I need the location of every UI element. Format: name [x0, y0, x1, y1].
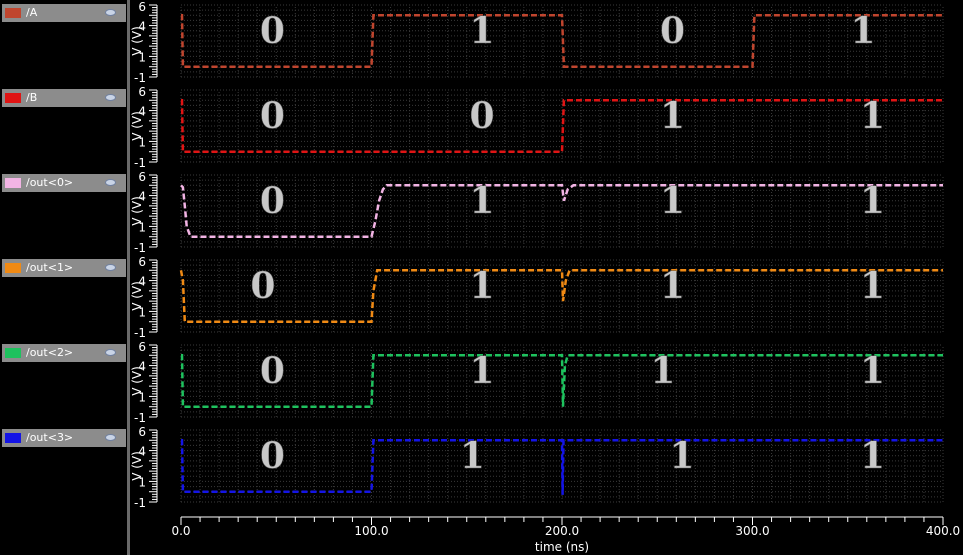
y-tick-label: 6 — [138, 340, 146, 354]
y-tick-label: 6 — [138, 85, 146, 99]
y-tick-label: 6 — [138, 425, 146, 439]
y-tick-label: -1 — [134, 411, 146, 425]
y-tick-label: -1 — [134, 326, 146, 340]
x-tick-label: 400.0 — [926, 524, 960, 538]
y-axis-label: V (V) — [130, 451, 144, 481]
logic-value-label: 1 — [660, 265, 685, 307]
y-tick-label: 6 — [138, 0, 146, 14]
y-axis-label: V (V) — [130, 366, 144, 396]
logic-value-label: 1 — [460, 435, 485, 477]
x-axis-label: time (ns) — [535, 540, 589, 554]
y-tick-label: 6 — [138, 255, 146, 269]
y-tick-label: -1 — [134, 71, 146, 85]
logic-value-label: 1 — [469, 10, 494, 52]
logic-value-label: 0 — [469, 95, 494, 137]
logic-value-label: 1 — [669, 435, 694, 477]
logic-value-label: 0 — [260, 435, 285, 477]
y-tick-label: -1 — [134, 496, 146, 510]
y-tick-label: 6 — [138, 170, 146, 184]
x-tick-label: 200.0 — [545, 524, 579, 538]
x-tick-label: 0.0 — [171, 524, 190, 538]
logic-value-label: 1 — [860, 95, 885, 137]
y-tick-label: -1 — [134, 241, 146, 255]
logic-value-label: 0 — [260, 95, 285, 137]
logic-value-label: 0 — [260, 180, 285, 222]
logic-value-label: 1 — [469, 265, 494, 307]
y-axis-label: V (V) — [130, 26, 144, 56]
logic-value-label: 1 — [860, 350, 885, 392]
logic-value-label: 1 — [860, 180, 885, 222]
logic-value-label: 0 — [660, 10, 685, 52]
logic-value-label: 1 — [850, 10, 875, 52]
logic-value-label: 1 — [469, 180, 494, 222]
x-tick-label: 300.0 — [735, 524, 769, 538]
y-axis-label: V (V) — [130, 196, 144, 226]
y-axis-label: V (V) — [130, 281, 144, 311]
logic-value-label: 1 — [860, 435, 885, 477]
logic-value-label: 0 — [260, 350, 285, 392]
logic-value-label: 1 — [660, 180, 685, 222]
x-tick-label: 100.0 — [354, 524, 388, 538]
logic-value-label: 1 — [860, 265, 885, 307]
y-tick-label: -1 — [134, 156, 146, 170]
logic-value-label: 0 — [260, 10, 285, 52]
y-axis-label: V (V) — [130, 111, 144, 141]
logic-value-label: 1 — [469, 350, 494, 392]
logic-value-label: 1 — [650, 350, 675, 392]
logic-value-label: 1 — [660, 95, 685, 137]
logic-value-label: 0 — [250, 265, 275, 307]
waveform-plot: 641-1V (V) 0 1 0 1641-1V (V) 0 0 1 1641-1V (V) 0 1… — [130, 0, 960, 554]
